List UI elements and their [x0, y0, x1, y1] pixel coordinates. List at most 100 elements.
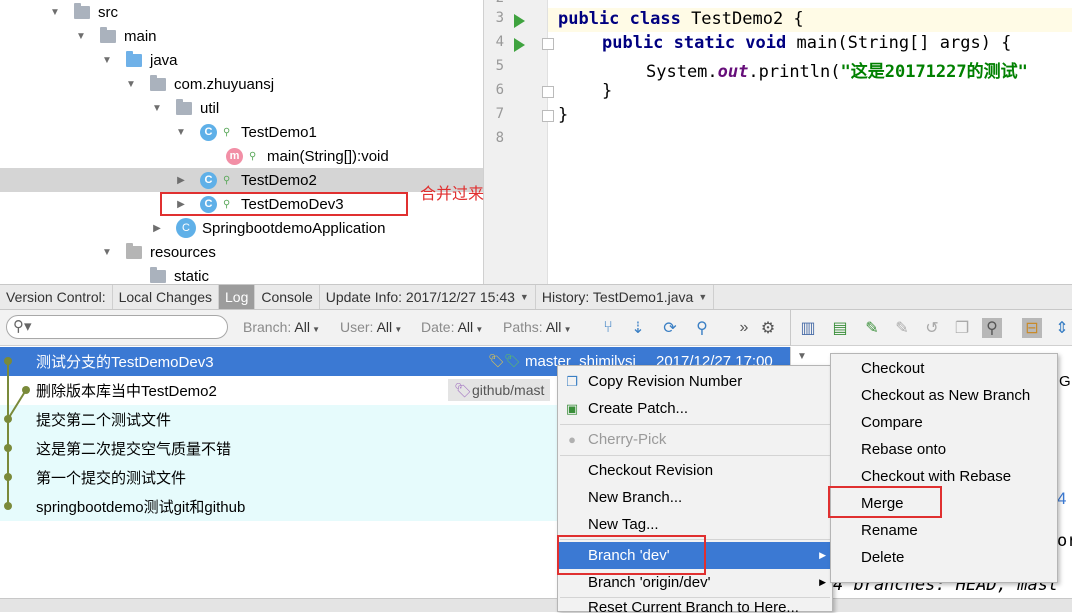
tree-item-testdemo2[interactable]: ▶ C ⚲ TestDemo2: [0, 168, 483, 192]
access-icon: ⚲: [249, 150, 257, 162]
tree-item-resources[interactable]: ▼ resources: [0, 240, 483, 264]
tree-item-java[interactable]: ▼ java: [0, 48, 483, 72]
code-editor[interactable]: 2 3 4 5 6 7 8 public class TestDemo2 { p…: [484, 0, 1072, 284]
package-icon: [176, 98, 192, 115]
menu-cherry-pick[interactable]: ● Cherry-Pick: [558, 426, 832, 453]
tab-local-changes[interactable]: Local Changes: [113, 285, 220, 309]
filter-branch[interactable]: Branch: All ▼: [243, 319, 320, 335]
package-icon: [150, 74, 166, 91]
filter-value: All: [376, 319, 393, 335]
diff-icon[interactable]: ▤: [830, 318, 850, 338]
submenu-rebase-onto[interactable]: Rebase onto: [831, 436, 1057, 463]
annotation-highlight-box: [828, 486, 942, 518]
code-text: main(String[] args) {: [786, 33, 1012, 53]
commit-message: 这是第二次提交空气质量不错: [36, 441, 232, 458]
edit-icon[interactable]: ✎: [862, 318, 882, 338]
commit-refs: github/mast: [472, 382, 545, 398]
submenu-checkout[interactable]: Checkout: [831, 355, 1057, 382]
detail-text: 4: [1057, 489, 1067, 508]
expand-icon[interactable]: ⇕: [1052, 318, 1072, 338]
tab-history[interactable]: History: TestDemo1.java ▼: [536, 285, 715, 309]
submenu-checkout-as-new-branch[interactable]: Checkout as New Branch: [831, 382, 1057, 409]
overflow-icon[interactable]: »: [734, 318, 754, 338]
expand-arrow-icon[interactable]: ▼: [76, 31, 86, 42]
toolbar-divider: [790, 310, 791, 346]
menu-item-label: Create Patch...: [588, 400, 689, 417]
submenu-rename[interactable]: Rename: [831, 517, 1057, 544]
code-text: TestDemo2 {: [680, 9, 804, 29]
tag-icon: 🏷: [454, 381, 472, 398]
log-search-input[interactable]: ⚲▾: [6, 315, 228, 339]
tree-item-label: util: [200, 99, 220, 117]
tree-item-testdemo1[interactable]: ▼ C ⚲ TestDemo1: [0, 120, 483, 144]
tree-item-main-method[interactable]: m ⚲ main(String[]):void: [0, 144, 483, 168]
tab-update-info[interactable]: Update Info: 2017/12/27 15:43 ▼: [320, 285, 536, 309]
version-control-tab-bar: Version Control: Local Changes Log Conso…: [0, 284, 1072, 310]
line-number: 4: [495, 34, 504, 50]
tab-log[interactable]: Log: [219, 285, 256, 309]
filter-date[interactable]: Date: All ▼: [421, 319, 483, 335]
resources-folder-icon: [126, 242, 142, 259]
line-number: 7: [495, 106, 504, 122]
fold-marker-icon[interactable]: [542, 38, 554, 50]
tree-item-package[interactable]: ▼ com.zhuyuansj: [0, 72, 483, 96]
preview-icon[interactable]: ⚲: [982, 318, 1002, 338]
magnifier-icon[interactable]: ⚲: [692, 318, 712, 338]
run-icon[interactable]: [514, 38, 525, 52]
tree-item-main[interactable]: ▼ main: [0, 24, 483, 48]
filter-paths[interactable]: Paths: All ▼: [503, 319, 572, 335]
filter-value: All: [545, 319, 562, 335]
menu-separator: [560, 455, 830, 456]
menu-copy-revision-number[interactable]: ❐ Copy Revision Number: [558, 368, 832, 395]
refresh-icon[interactable]: ⟳: [660, 318, 680, 338]
submenu-delete[interactable]: Delete: [831, 544, 1057, 571]
fold-marker-icon[interactable]: [542, 110, 554, 122]
expand-arrow-icon[interactable]: ▼: [176, 127, 186, 138]
filter-label: User:: [340, 319, 374, 335]
remote-branch-tag: 🏷 github/mast: [448, 379, 551, 401]
tree-item-label: main: [124, 27, 157, 45]
filter-user[interactable]: User: All ▼: [340, 319, 402, 335]
detail-text: or: [1057, 531, 1072, 551]
copy-icon[interactable]: ❐: [952, 318, 972, 338]
revert-icon[interactable]: ↺: [922, 318, 942, 338]
gear-icon[interactable]: ⚙: [758, 318, 778, 338]
go-to-head-icon[interactable]: ⇣: [628, 318, 648, 338]
expand-arrow-icon[interactable]: ▶: [176, 175, 186, 186]
menu-checkout-revision[interactable]: Checkout Revision: [558, 457, 832, 484]
commit-message: 删除版本库当中TestDemo2: [36, 383, 217, 400]
branch-icon[interactable]: ▥: [798, 318, 818, 338]
tree-item-label: resources: [150, 243, 216, 261]
commit-message: springbootdemo测试git和github: [36, 499, 246, 516]
tag-icon: 🏷: [488, 353, 505, 368]
class-icon: C: [200, 171, 217, 189]
menu-reset-current-branch[interactable]: Reset Current Branch to Here...: [558, 599, 832, 613]
line-number: 6: [495, 82, 504, 98]
menu-create-patch[interactable]: ▣ Create Patch...: [558, 395, 832, 422]
tab-console[interactable]: Console: [255, 285, 320, 309]
expand-arrow-icon[interactable]: ▼: [102, 247, 112, 258]
branches-graph-icon[interactable]: ⑂: [598, 318, 618, 338]
expand-arrow-icon[interactable]: ▶: [152, 223, 162, 234]
search-icon: ⚲▾: [13, 318, 32, 335]
code-string: "这是20171227的测试": [840, 62, 1028, 82]
tag-icon: 🏷: [504, 353, 521, 368]
tree-item-util[interactable]: ▼ util: [0, 96, 483, 120]
tree-item-label: main(String[]):void: [267, 147, 389, 165]
tree-item-springbootdemoapplication[interactable]: ▶ C SpringbootdemoApplication: [0, 216, 483, 240]
highlight-icon[interactable]: ⊟: [1022, 318, 1042, 338]
edit-disabled-icon[interactable]: ✎: [892, 318, 912, 338]
expand-arrow-icon[interactable]: ▼: [152, 103, 162, 114]
expand-arrow-icon[interactable]: ▼: [102, 55, 112, 66]
tree-item-static[interactable]: static: [0, 264, 483, 284]
submenu-compare[interactable]: Compare: [831, 409, 1057, 436]
menu-new-tag[interactable]: New Tag...: [558, 511, 832, 538]
tree-item-src[interactable]: ▼ src: [0, 0, 483, 24]
expand-arrow-icon[interactable]: ▼: [126, 79, 136, 90]
fold-marker-icon[interactable]: [542, 86, 554, 98]
filter-value: All: [457, 319, 474, 335]
expand-arrow-icon[interactable]: ▼: [50, 7, 60, 18]
menu-new-branch[interactable]: New Branch...: [558, 484, 832, 511]
chevron-down-icon: ▼: [309, 325, 321, 334]
run-icon[interactable]: [514, 14, 525, 28]
